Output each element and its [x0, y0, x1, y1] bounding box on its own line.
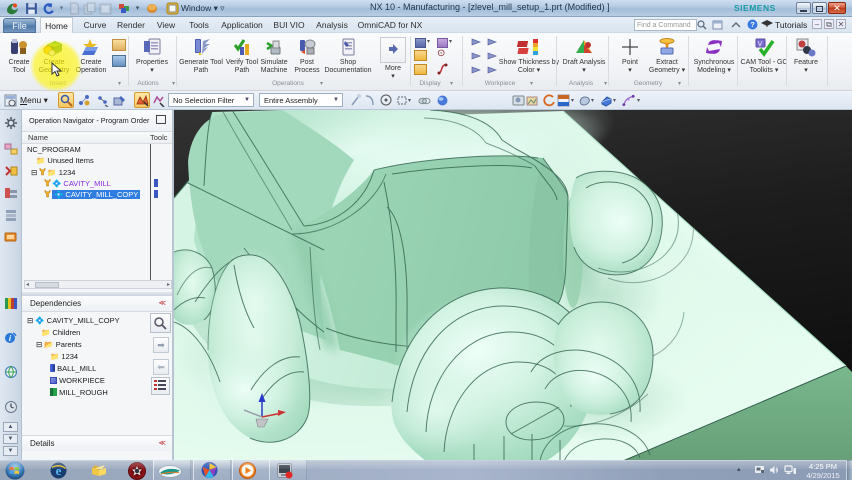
svg-text:e: e	[56, 463, 62, 478]
svg-text:?: ?	[750, 20, 755, 29]
